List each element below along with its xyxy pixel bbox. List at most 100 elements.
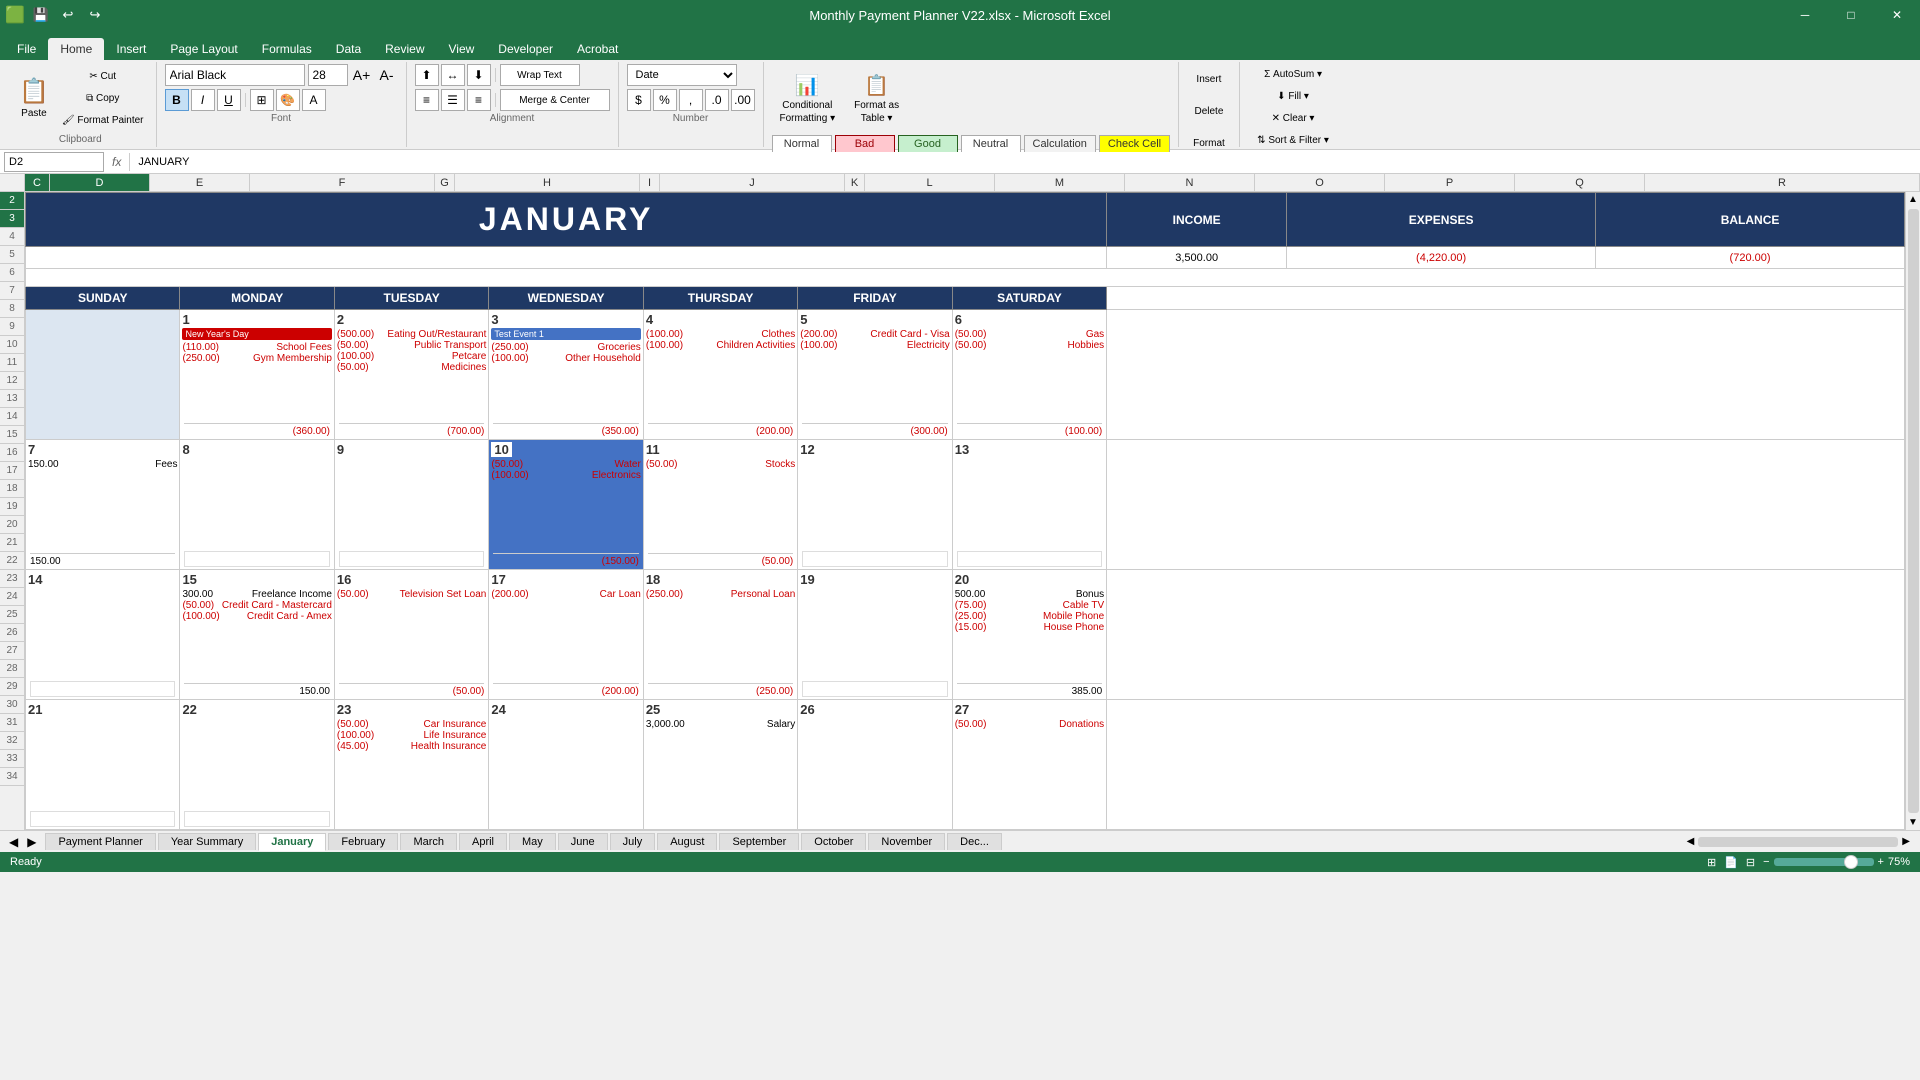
day-13[interactable]: 13 bbox=[952, 440, 1106, 570]
row-34[interactable]: 34 bbox=[0, 768, 24, 786]
row-27[interactable]: 27 bbox=[0, 642, 24, 660]
style-check-cell[interactable]: Check Cell bbox=[1099, 135, 1170, 153]
day-26[interactable]: 26 bbox=[798, 700, 952, 830]
align-right-button[interactable]: ≡ bbox=[467, 89, 491, 111]
border-button[interactable]: ⊞ bbox=[250, 89, 274, 111]
col-p[interactable]: P bbox=[1385, 174, 1515, 191]
row-24[interactable]: 24 bbox=[0, 588, 24, 606]
day-18[interactable]: 18 (250.00)Personal Loan (250.00) bbox=[643, 570, 797, 700]
close-btn[interactable]: ✕ bbox=[1874, 0, 1920, 30]
page-break-view-btn[interactable]: ⊟ bbox=[1746, 856, 1755, 869]
tab-data[interactable]: Data bbox=[324, 38, 373, 60]
merge-center-button[interactable]: Merge & Center bbox=[500, 89, 610, 111]
day-27[interactable]: 27 (50.00)Donations bbox=[952, 700, 1106, 830]
col-k[interactable]: K bbox=[845, 174, 865, 191]
minimize-btn[interactable]: ─ bbox=[1782, 0, 1828, 30]
tab-insert[interactable]: Insert bbox=[104, 38, 158, 60]
formula-input[interactable]: JANUARY bbox=[134, 152, 1916, 172]
row-20[interactable]: 20 bbox=[0, 516, 24, 534]
day-20[interactable]: 20 500.00Bonus (75.00)Cable TV (25.00)Mo… bbox=[952, 570, 1106, 700]
fill-color-button[interactable]: 🎨 bbox=[276, 89, 300, 111]
delete-cells-button[interactable]: Delete bbox=[1188, 96, 1229, 126]
maximize-btn[interactable]: □ bbox=[1828, 0, 1874, 30]
day-1[interactable]: 1 New Year's Day (110.00)School Fees (25… bbox=[180, 310, 334, 440]
insert-cells-button[interactable]: Insert bbox=[1189, 64, 1229, 94]
row-7[interactable]: 7 bbox=[0, 282, 24, 300]
tab-august[interactable]: August bbox=[657, 833, 717, 850]
tab-review[interactable]: Review bbox=[373, 38, 436, 60]
tab-july[interactable]: July bbox=[610, 833, 656, 850]
row-16[interactable]: 16 bbox=[0, 444, 24, 462]
row-19[interactable]: 19 bbox=[0, 498, 24, 516]
align-top-button[interactable]: ⬆ bbox=[415, 64, 439, 86]
fill-button[interactable]: ⬇ Fill ▾ bbox=[1273, 86, 1313, 106]
sheet-nav-right[interactable]: ▶ bbox=[23, 835, 40, 849]
col-d[interactable]: D bbox=[50, 174, 150, 191]
tab-june[interactable]: June bbox=[558, 833, 608, 850]
tab-dec[interactable]: Dec... bbox=[947, 833, 1002, 850]
bold-button[interactable]: B bbox=[165, 89, 189, 111]
day-14[interactable]: 14 bbox=[26, 570, 180, 700]
decrease-font-btn[interactable]: A- bbox=[376, 64, 398, 86]
row-31[interactable]: 31 bbox=[0, 714, 24, 732]
tab-april[interactable]: April bbox=[459, 833, 507, 850]
row-23[interactable]: 23 bbox=[0, 570, 24, 588]
format-as-table-button[interactable]: 📋 Format as Table ▾ bbox=[846, 64, 907, 132]
increase-font-btn[interactable]: A+ bbox=[351, 64, 373, 86]
row-29[interactable]: 29 bbox=[0, 678, 24, 696]
tab-march[interactable]: March bbox=[400, 833, 457, 850]
row-3[interactable]: 3 bbox=[0, 210, 24, 228]
day-16[interactable]: 16 (50.00)Television Set Loan (50.00) bbox=[334, 570, 488, 700]
tab-developer[interactable]: Developer bbox=[486, 38, 565, 60]
tab-acrobat[interactable]: Acrobat bbox=[565, 38, 630, 60]
undo-qat[interactable]: ↩ bbox=[57, 4, 79, 26]
autosum-button[interactable]: Σ AutoSum ▾ bbox=[1260, 64, 1326, 84]
day-22[interactable]: 22 bbox=[180, 700, 334, 830]
day-15[interactable]: 15 300.00Freelance Income (50.00)Credit … bbox=[180, 570, 334, 700]
copy-button[interactable]: ⧉ Copy bbox=[58, 88, 148, 108]
zoom-in-btn[interactable]: + bbox=[1878, 856, 1884, 868]
row-13[interactable]: 13 bbox=[0, 390, 24, 408]
row-12[interactable]: 12 bbox=[0, 372, 24, 390]
align-left-button[interactable]: ≡ bbox=[415, 89, 439, 111]
row-6[interactable]: 6 bbox=[0, 264, 24, 282]
vertical-scrollbar[interactable]: ▲ ▼ bbox=[1905, 192, 1920, 830]
comma-button[interactable]: , bbox=[679, 89, 703, 111]
row-8[interactable]: 8 bbox=[0, 300, 24, 318]
percent-button[interactable]: % bbox=[653, 89, 677, 111]
horizontal-scrollbar[interactable]: ◀ ▶ bbox=[1687, 836, 1920, 847]
col-c[interactable]: C bbox=[25, 174, 50, 191]
tab-october[interactable]: October bbox=[801, 833, 866, 850]
col-i[interactable]: I bbox=[640, 174, 660, 191]
tab-view[interactable]: View bbox=[437, 38, 487, 60]
col-e[interactable]: E bbox=[150, 174, 250, 191]
day-empty[interactable] bbox=[26, 310, 180, 440]
style-neutral[interactable]: Neutral bbox=[961, 135, 1021, 153]
day-12[interactable]: 12 bbox=[798, 440, 952, 570]
row-17[interactable]: 17 bbox=[0, 462, 24, 480]
day-5[interactable]: 5 (200.00)Credit Card - Visa (100.00)Ele… bbox=[798, 310, 952, 440]
zoom-out-btn[interactable]: − bbox=[1763, 856, 1769, 868]
row-18[interactable]: 18 bbox=[0, 480, 24, 498]
italic-button[interactable]: I bbox=[191, 89, 215, 111]
font-size-input[interactable] bbox=[308, 64, 348, 86]
row-10[interactable]: 10 bbox=[0, 336, 24, 354]
tab-february[interactable]: February bbox=[328, 833, 398, 850]
wrap-text-button[interactable]: Wrap Text bbox=[500, 64, 580, 86]
currency-button[interactable]: $ bbox=[627, 89, 651, 111]
redo-qat[interactable]: ↪ bbox=[84, 4, 106, 26]
font-color-button[interactable]: A bbox=[302, 89, 326, 111]
day-6[interactable]: 6 (50.00)Gas (50.00)Hobbies (100.00) bbox=[952, 310, 1106, 440]
style-bad[interactable]: Bad bbox=[835, 135, 895, 153]
day-17[interactable]: 17 (200.00)Car Loan (200.00) bbox=[489, 570, 643, 700]
row-15[interactable]: 15 bbox=[0, 426, 24, 444]
tab-november[interactable]: November bbox=[868, 833, 945, 850]
tab-year-summary[interactable]: Year Summary bbox=[158, 833, 256, 850]
sheet-grid[interactable]: JANUARY INCOME EXPENSES BALANCE 3,500.00… bbox=[25, 192, 1905, 830]
style-normal[interactable]: Normal bbox=[772, 135, 832, 153]
tab-formulas[interactable]: Formulas bbox=[250, 38, 324, 60]
col-n[interactable]: N bbox=[1125, 174, 1255, 191]
number-format-select[interactable]: Date General Number Currency Accounting … bbox=[627, 64, 737, 86]
tab-january[interactable]: January bbox=[258, 833, 326, 851]
col-q[interactable]: Q bbox=[1515, 174, 1645, 191]
